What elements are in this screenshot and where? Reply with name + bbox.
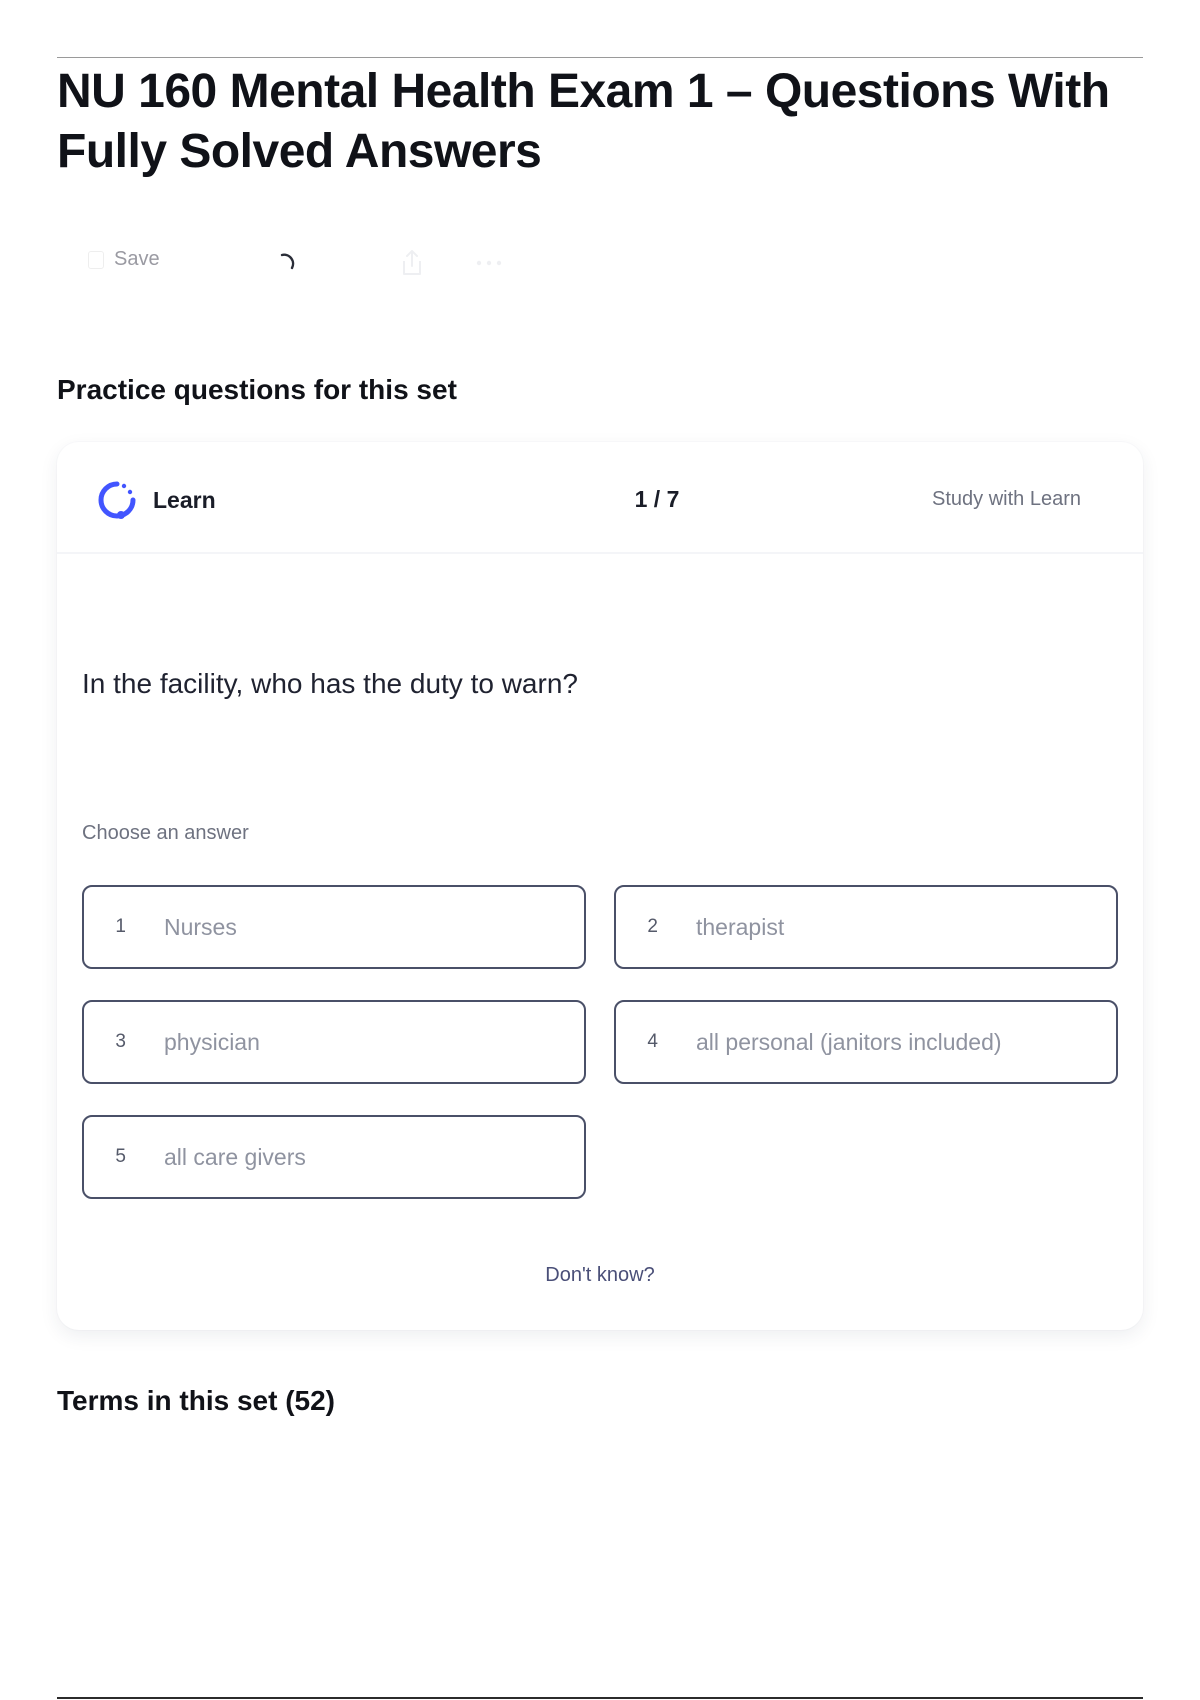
answer-text: physician	[164, 1028, 260, 1055]
answer-option-4[interactable]: 4 all personal (janitors included)	[614, 1000, 1118, 1084]
save-button[interactable]: Save	[88, 248, 160, 271]
answer-number: 3	[115, 1031, 126, 1052]
answer-option-5[interactable]: 5 all care givers	[82, 1115, 586, 1199]
answer-option-3[interactable]: 3 physician	[82, 1000, 586, 1084]
top-divider	[57, 57, 1143, 58]
answer-text: therapist	[696, 913, 785, 940]
study-with-learn-link[interactable]: Study with Learn	[932, 488, 1081, 511]
answer-text: Nurses	[164, 913, 237, 940]
question-text: In the facility, who has the duty to war…	[82, 668, 578, 699]
practice-card-header: Learn 1 / 7 Study with Learn	[57, 442, 1143, 554]
answer-number: 1	[115, 916, 126, 937]
practice-card: Learn 1 / 7 Study with Learn In the faci…	[57, 442, 1143, 1330]
answer-option-2[interactable]: 2 therapist	[614, 885, 1118, 969]
loading-spinner-icon	[280, 253, 295, 270]
bottom-divider	[57, 1697, 1143, 1699]
answer-number: 2	[647, 916, 658, 937]
practice-heading: Practice questions for this set	[57, 374, 457, 405]
set-toolbar: Save	[88, 248, 528, 280]
answer-option-1[interactable]: 1 Nurses	[82, 885, 586, 969]
learn-brand: Learn	[95, 478, 216, 522]
learn-icon	[98, 481, 136, 519]
answer-number: 5	[115, 1146, 126, 1167]
answer-number: 4	[647, 1031, 658, 1052]
answer-text: all personal (janitors included)	[696, 1028, 1002, 1055]
answer-text: all care givers	[164, 1143, 306, 1170]
share-icon[interactable]	[398, 248, 426, 278]
page-title: NU 160 Mental Health Exam 1 – Questions …	[57, 65, 1110, 178]
save-label: Save	[114, 248, 160, 270]
choose-answer-label: Choose an answer	[82, 822, 249, 844]
dont-know-link[interactable]: Don't know?	[57, 1264, 1143, 1287]
question-progress: 1 / 7	[634, 486, 680, 512]
terms-heading: Terms in this set (52)	[57, 1385, 336, 1416]
more-icon[interactable]	[472, 248, 506, 278]
learn-label: Learn	[153, 486, 216, 513]
save-icon	[88, 250, 104, 269]
